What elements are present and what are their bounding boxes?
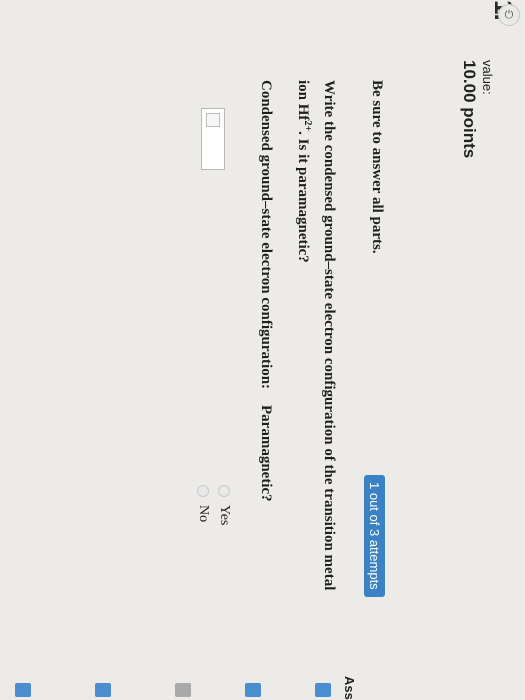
prompt-charge: 2+ xyxy=(302,120,313,132)
option-no[interactable]: No xyxy=(195,485,211,522)
value-block: value: 10.00 points xyxy=(459,60,495,158)
assistance-label: Ass xyxy=(342,676,357,700)
config-label: Condensed ground–state electron configur… xyxy=(258,80,274,390)
side-tab-4[interactable] xyxy=(95,683,111,697)
value-label: value: xyxy=(480,60,495,95)
side-tab-2[interactable] xyxy=(245,683,261,697)
paramagnetic-label: Paramagnetic? xyxy=(258,405,274,502)
browser-screen: 1. value: 10.00 points 1 out of 3 attemp… xyxy=(0,0,525,700)
points-value: 10.00 points xyxy=(460,60,479,159)
power-icon[interactable]: ⏻ xyxy=(498,4,520,26)
side-tab-1[interactable] xyxy=(315,683,331,697)
option-no-label: No xyxy=(196,505,211,523)
option-yes-label: Yes xyxy=(217,505,232,526)
question-prompt: Write the condensed ground–state electro… xyxy=(292,80,339,600)
option-yes[interactable]: Yes xyxy=(216,485,232,525)
attempts-badge: 1 out of 3 attempts xyxy=(364,475,385,597)
input-widget-icon xyxy=(206,113,220,127)
side-tab-5[interactable] xyxy=(15,683,31,697)
side-tab-3[interactable] xyxy=(175,683,191,697)
radio-no[interactable] xyxy=(197,485,209,497)
radio-yes[interactable] xyxy=(218,485,230,497)
prompt-end: . Is it paramagnetic? xyxy=(295,131,311,263)
instruction-text: Be sure to answer all parts. xyxy=(369,80,385,254)
electron-config-input[interactable] xyxy=(201,108,225,170)
